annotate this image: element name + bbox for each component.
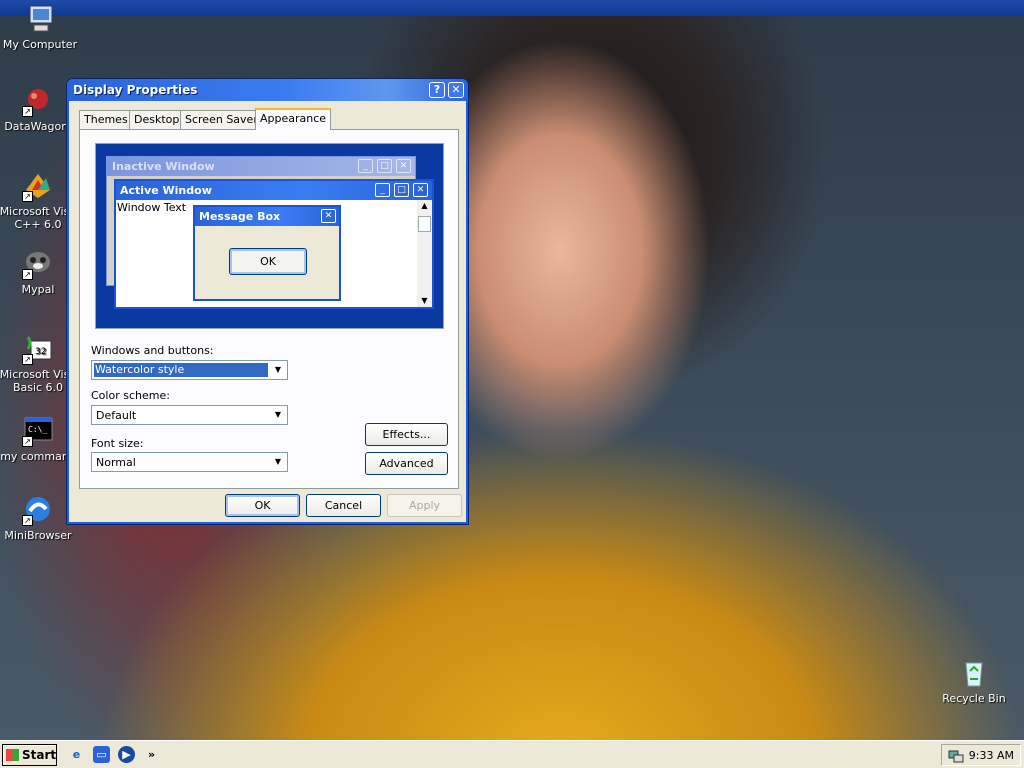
- close-icon: ✕: [396, 159, 411, 173]
- close-button[interactable]: ✕: [448, 82, 464, 98]
- shortcut-arrow-icon: ↗: [22, 354, 33, 365]
- preview-scrollbar: ▲ ▼: [417, 200, 432, 307]
- window-text-sample: Window Text: [117, 201, 187, 214]
- windows-buttons-value: Watercolor style: [94, 363, 268, 377]
- system-tray: 9:33 AM: [941, 744, 1021, 766]
- display-properties-window: Display Properties ? ✕ Themes Desktop Sc…: [66, 78, 469, 525]
- show-desktop-icon[interactable]: ▭: [93, 746, 110, 763]
- scroll-down-icon: ▼: [421, 296, 428, 305]
- shortcut-arrow-icon: ↗: [22, 515, 33, 526]
- visual-cpp-icon: ↗: [22, 170, 54, 202]
- window-titlebar[interactable]: Display Properties ? ✕: [67, 79, 468, 101]
- minimize-icon: _: [375, 183, 390, 197]
- chevron-down-icon[interactable]: ▼: [270, 454, 286, 470]
- window-title: Display Properties: [73, 83, 198, 97]
- top-wallpaper-band: [0, 0, 1024, 16]
- tab-screen-saver[interactable]: Screen Saver: [180, 110, 263, 129]
- maximize-icon: □: [377, 159, 392, 173]
- message-box-ok-button: OK: [229, 248, 307, 275]
- tab-themes[interactable]: Themes: [79, 110, 133, 129]
- scroll-up-icon: ▲: [421, 201, 428, 210]
- appearance-panel: Inactive Window _ □ ✕ Active Window _ □ …: [79, 129, 459, 489]
- start-label: Start: [22, 748, 57, 762]
- maximize-icon: □: [394, 183, 409, 197]
- font-size-label: Font size:: [91, 437, 144, 450]
- font-size-select[interactable]: Normal ▼: [91, 452, 288, 472]
- my-computer-icon: [24, 3, 56, 35]
- close-icon: ✕: [413, 183, 428, 197]
- svg-text:C:\_: C:\_: [28, 425, 47, 434]
- window-body: Themes Desktop Screen Saver Appearance I…: [70, 101, 465, 521]
- taskbar: Start e ▭ ▶ » 9:33 AM: [0, 740, 1024, 768]
- minibrowser-icon: ↗: [22, 494, 54, 526]
- desktop-icon-label: Recycle Bin: [942, 692, 1006, 705]
- font-size-value: Normal: [96, 456, 136, 469]
- desktop-icon-label: MiniBrowser: [4, 529, 72, 542]
- media-player-icon[interactable]: ▶: [118, 746, 135, 763]
- clock[interactable]: 9:33 AM: [969, 749, 1014, 762]
- close-icon: ✕: [321, 209, 336, 223]
- scroll-thumb: [418, 216, 431, 232]
- cancel-button[interactable]: Cancel: [306, 494, 381, 517]
- color-scheme-select[interactable]: Default ▼: [91, 405, 288, 425]
- preview-message-box: Message Box ✕ OK: [193, 205, 341, 301]
- start-button[interactable]: Start: [2, 744, 57, 766]
- datawagon-icon: ↗: [22, 85, 54, 117]
- shortcut-arrow-icon: ↗: [22, 436, 33, 447]
- tab-desktop[interactable]: Desktop: [129, 110, 185, 129]
- command-prompt-icon: C:\_ ↗: [22, 415, 54, 447]
- desktop-icon-recycle-bin[interactable]: Recycle Bin: [934, 657, 1014, 705]
- advanced-button[interactable]: Advanced: [365, 452, 448, 475]
- chevron-down-icon[interactable]: ▼: [270, 407, 286, 423]
- mypal-browser-icon: ↗: [22, 248, 54, 280]
- svg-text:32: 32: [35, 347, 46, 357]
- minimize-icon: _: [358, 159, 373, 173]
- message-box-title: Message Box: [195, 207, 339, 226]
- shortcut-arrow-icon: ↗: [22, 191, 33, 202]
- chevron-down-icon[interactable]: ▼: [270, 362, 286, 378]
- network-tray-icon[interactable]: [948, 748, 964, 763]
- quicklaunch-chevron[interactable]: »: [143, 746, 160, 763]
- shortcut-arrow-icon: ↗: [22, 106, 33, 117]
- desktop-icon-my-computer[interactable]: My Computer: [0, 3, 80, 51]
- ok-button[interactable]: OK: [225, 494, 300, 517]
- windows-flag-icon: [6, 749, 19, 761]
- effects-button[interactable]: Effects...: [365, 423, 448, 446]
- color-scheme-value: Default: [96, 409, 137, 422]
- help-button[interactable]: ?: [429, 82, 445, 98]
- windows-buttons-select[interactable]: Watercolor style ▼: [91, 360, 288, 380]
- appearance-preview: Inactive Window _ □ ✕ Active Window _ □ …: [95, 143, 444, 329]
- color-scheme-label: Color scheme:: [91, 389, 170, 402]
- recycle-bin-icon: [958, 657, 990, 689]
- visual-basic-icon: 32 ↗: [22, 333, 54, 365]
- internet-explorer-icon[interactable]: e: [68, 746, 85, 763]
- tab-appearance[interactable]: Appearance: [255, 108, 332, 130]
- shortcut-arrow-icon: ↗: [22, 269, 33, 280]
- desktop-icon-label: My Computer: [2, 38, 78, 51]
- windows-buttons-label: Windows and buttons:: [91, 344, 214, 357]
- apply-button[interactable]: Apply: [387, 494, 462, 517]
